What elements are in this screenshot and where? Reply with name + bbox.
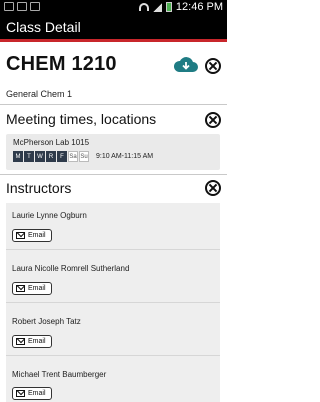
instructor-name: Laura Nicolle Romrell Sutherland xyxy=(12,264,130,273)
envelope-icon xyxy=(16,390,25,397)
day-badge-wednesday: W xyxy=(35,151,45,162)
instructor-name: Robert Joseph Tatz xyxy=(12,317,81,326)
close-icon[interactable] xyxy=(205,58,221,74)
email-button-label: Email xyxy=(28,390,46,397)
status-time: 12:46 PM xyxy=(175,1,223,13)
notification-icon xyxy=(30,2,40,11)
battery-icon xyxy=(165,2,172,12)
email-button[interactable]: Email xyxy=(12,387,52,400)
course-name: General Chem 1 xyxy=(6,89,73,99)
email-button[interactable]: Email xyxy=(12,335,52,348)
notification-icons xyxy=(4,2,40,11)
app-bar-title: Class Detail xyxy=(6,19,81,35)
app-bar: Class Detail xyxy=(0,14,227,42)
divider xyxy=(0,174,227,175)
divider xyxy=(0,104,227,105)
envelope-icon xyxy=(16,285,25,292)
course-code: CHEM 1210 xyxy=(6,53,117,75)
cloud-download-icon[interactable] xyxy=(173,56,199,74)
email-button-label: Email xyxy=(28,338,46,345)
signal-icon xyxy=(152,2,162,12)
row-separator xyxy=(6,249,220,250)
meeting-location: McPherson Lab 1015 xyxy=(13,138,90,147)
day-badge-saturday: Sa xyxy=(68,151,78,162)
day-badge-tuesday: T xyxy=(24,151,34,162)
envelope-icon xyxy=(16,232,25,239)
email-button-label: Email xyxy=(28,285,46,292)
meeting-days: M T W R F Sa Su xyxy=(13,151,89,162)
wifi-icon xyxy=(138,3,149,11)
row-separator xyxy=(6,302,220,303)
section-title-meetings: Meeting times, locations xyxy=(6,111,157,127)
envelope-icon xyxy=(16,338,25,345)
day-badge-friday: F xyxy=(57,151,67,162)
instructor-name: Michael Trent Baumberger xyxy=(12,370,107,379)
notification-icon xyxy=(17,2,27,11)
notification-icon xyxy=(4,2,14,11)
day-badge-sunday: Su xyxy=(79,151,89,162)
email-button-label: Email xyxy=(28,232,46,239)
meeting-card: McPherson Lab 1015 M T W R F Sa Su 9:10 … xyxy=(6,134,220,170)
close-icon[interactable] xyxy=(205,180,221,196)
meeting-time: 9:10 AM-11:15 AM xyxy=(96,153,154,160)
close-icon[interactable] xyxy=(205,112,221,128)
status-bar: 12:46 PM xyxy=(0,0,227,14)
email-button[interactable]: Email xyxy=(12,282,52,295)
row-separator xyxy=(6,355,220,356)
day-badge-monday: M xyxy=(13,151,23,162)
section-title-instructors: Instructors xyxy=(6,180,72,196)
instructor-name: Laurie Lynne Ogburn xyxy=(12,211,87,220)
day-badge-thursday: R xyxy=(46,151,56,162)
email-button[interactable]: Email xyxy=(12,229,52,242)
